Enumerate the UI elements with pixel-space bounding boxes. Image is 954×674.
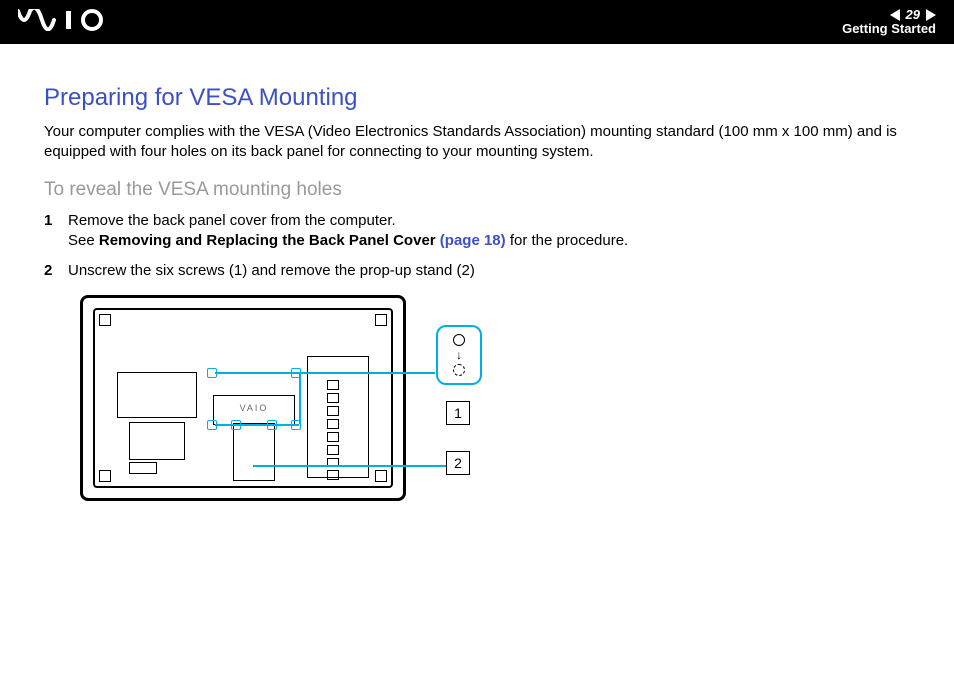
step-number: 2 (44, 261, 68, 281)
page-number: 29 (906, 8, 920, 22)
step-item: 2 Unscrew the six screws (1) and remove … (44, 261, 910, 281)
step-body: Unscrew the six screws (1) and remove th… (68, 261, 910, 281)
callout-line (253, 465, 453, 467)
subheading: To reveal the VESA mounting holes (44, 179, 910, 201)
step-body: Remove the back panel cover from the com… (68, 211, 910, 252)
corner-block (99, 470, 111, 482)
step-item: 1 Remove the back panel cover from the c… (44, 211, 910, 252)
vaio-logo (18, 9, 114, 36)
step-text: Remove the back panel cover from the com… (68, 212, 396, 229)
callout-label-2: 2 (446, 451, 470, 475)
callout-line (299, 372, 301, 424)
step-text-prefix: See (68, 232, 99, 249)
callout-label-1: 1 (446, 401, 470, 425)
intro-paragraph: Your computer complies with the VESA (Vi… (44, 122, 910, 163)
prev-page-icon[interactable] (890, 9, 900, 21)
callout-line (215, 424, 299, 426)
corner-block (375, 470, 387, 482)
step-bold-text: Removing and Replacing the Back Panel Co… (99, 232, 440, 249)
arrow-down-icon: ↓ (456, 349, 462, 361)
slot (129, 462, 157, 474)
stand-plate: VAIO (213, 395, 295, 425)
panel-left-lower (129, 422, 185, 460)
diagram: VAIO ↓ (80, 295, 520, 515)
step-number: 1 (44, 211, 68, 252)
page-content: Preparing for VESA Mounting Your compute… (0, 44, 954, 515)
header-nav: 29 Getting Started (842, 8, 936, 37)
stand-brand-label: VAIO (214, 403, 294, 413)
callout-detail: ↓ (436, 325, 482, 385)
page-link[interactable]: (page 18) (440, 232, 506, 249)
screw-removed-icon (453, 364, 465, 376)
corner-block (99, 314, 111, 326)
monitor-outline: VAIO (80, 295, 406, 501)
section-label: Getting Started (842, 22, 936, 36)
corner-block (375, 314, 387, 326)
callout-line (215, 372, 435, 374)
monitor-inner: VAIO (93, 308, 393, 488)
stand-column (233, 423, 275, 481)
next-page-icon[interactable] (926, 9, 936, 21)
screw-icon (453, 334, 465, 346)
step-text-suffix: for the procedure. (506, 232, 629, 249)
panel-left (117, 372, 197, 418)
steps-list: 1 Remove the back panel cover from the c… (44, 211, 910, 282)
page-heading: Preparing for VESA Mounting (44, 84, 910, 112)
step-text: Unscrew the six screws (1) and remove th… (68, 262, 475, 279)
header-bar: 29 Getting Started (0, 0, 954, 44)
